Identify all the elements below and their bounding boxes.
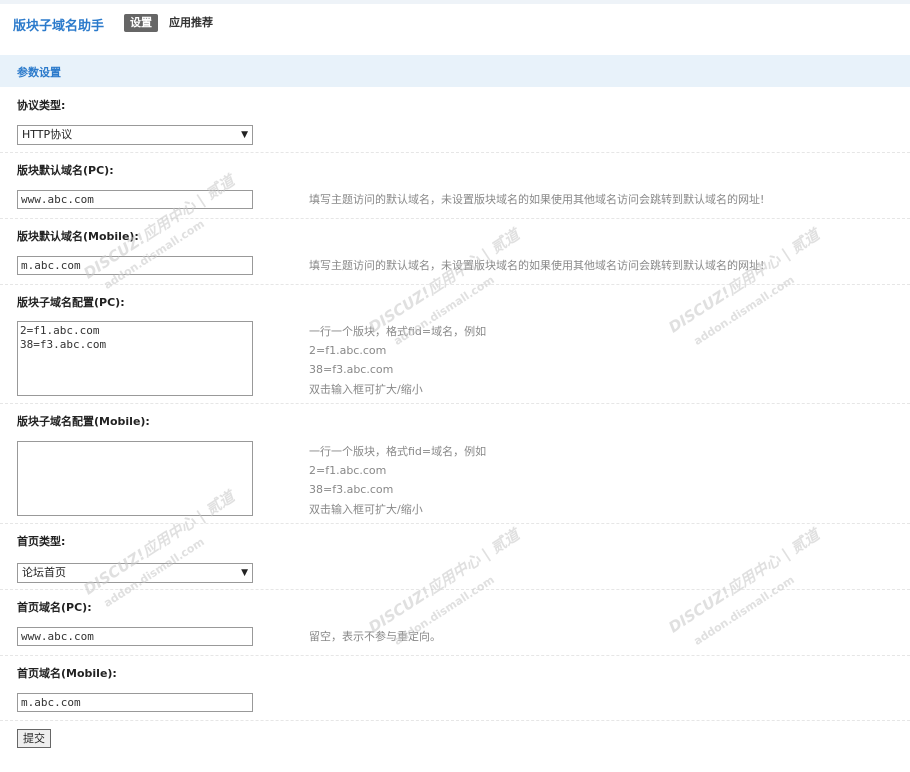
home-pc-label: 首页域名(PC): — [17, 601, 92, 614]
home-type-select[interactable]: 论坛首页 ▼ — [17, 563, 253, 583]
divider — [0, 218, 910, 219]
divider — [0, 655, 910, 656]
sub-pc-hint-1: 一行一个版块，格式fid=域名，例如 — [309, 325, 487, 338]
default-pc-input[interactable]: www.abc.com — [17, 190, 253, 209]
section-header: 参数设置 — [0, 55, 910, 87]
tab-settings[interactable]: 设置 — [124, 14, 158, 32]
home-mobile-label: 首页域名(Mobile): — [17, 667, 117, 680]
default-mobile-label: 版块默认域名(Mobile): — [17, 230, 139, 243]
tab-recommended-apps[interactable]: 应用推荐 — [169, 14, 213, 32]
submit-button[interactable]: 提交 — [17, 729, 51, 748]
watermark-brand: DISCUZ!应用中心 | 贰道 — [365, 525, 523, 637]
home-pc-hint: 留空，表示不参与重定向。 — [309, 630, 441, 643]
sub-pc-textarea[interactable]: 2=f1.abc.com 38=f3.abc.com — [17, 321, 253, 396]
sub-mobile-hint-2: 2=f1.abc.com — [309, 464, 387, 477]
section-title: 参数设置 — [17, 66, 61, 79]
default-mobile-input[interactable]: m.abc.com — [17, 256, 253, 275]
sub-pc-label: 版块子域名配置(PC): — [17, 296, 125, 309]
watermark-brand: DISCUZ!应用中心 | 贰道 — [665, 225, 823, 337]
protocol-select-value: HTTP协议 — [22, 128, 73, 141]
default-mobile-hint: 填写主题访问的默认域名，未设置版块域名的如果使用其他域名访问会跳转到默认域名的网… — [309, 259, 765, 272]
sub-pc-hint-3: 38=f3.abc.com — [309, 363, 394, 376]
home-pc-input[interactable]: www.abc.com — [17, 627, 253, 646]
sub-mobile-hint-3: 38=f3.abc.com — [309, 483, 394, 496]
default-pc-label: 版块默认域名(PC): — [17, 164, 114, 177]
sub-pc-hint-4: 双击输入框可扩大/缩小 — [309, 383, 423, 396]
textarea-line: 2=f1.abc.com — [20, 324, 100, 337]
divider — [0, 284, 910, 285]
divider — [0, 403, 910, 404]
sub-mobile-label: 版块子域名配置(Mobile): — [17, 415, 150, 428]
app-header: 版块子域名助手 设置 应用推荐 — [0, 4, 910, 44]
textarea-line: 38=f3.abc.com — [20, 338, 107, 351]
triangle-down-icon: ▼ — [241, 130, 248, 140]
divider — [0, 589, 910, 590]
sub-mobile-textarea[interactable] — [17, 441, 253, 516]
watermark-domain: addon.dismall.com — [691, 573, 797, 648]
home-mobile-input[interactable]: m.abc.com — [17, 693, 253, 712]
sub-mobile-hint-4: 双击输入框可扩大/缩小 — [309, 503, 423, 516]
sub-pc-hint-2: 2=f1.abc.com — [309, 344, 387, 357]
triangle-down-icon: ▼ — [241, 568, 248, 578]
watermark-brand: DISCUZ!应用中心 | 贰道 — [365, 225, 523, 337]
protocol-label: 协议类型: — [17, 99, 66, 112]
app-title: 版块子域名助手 — [13, 19, 105, 34]
divider — [0, 720, 910, 721]
sub-mobile-hint-1: 一行一个版块，格式fid=域名，例如 — [309, 445, 487, 458]
home-type-select-value: 论坛首页 — [22, 566, 66, 579]
divider — [0, 152, 910, 153]
protocol-select[interactable]: HTTP协议 ▼ — [17, 125, 253, 145]
home-type-label: 首页类型: — [17, 535, 66, 548]
divider — [0, 523, 910, 524]
watermark-brand: DISCUZ!应用中心 | 贰道 — [665, 525, 823, 637]
default-pc-hint: 填写主题访问的默认域名，未设置版块域名的如果使用其他域名访问会跳转到默认域名的网… — [309, 193, 765, 206]
